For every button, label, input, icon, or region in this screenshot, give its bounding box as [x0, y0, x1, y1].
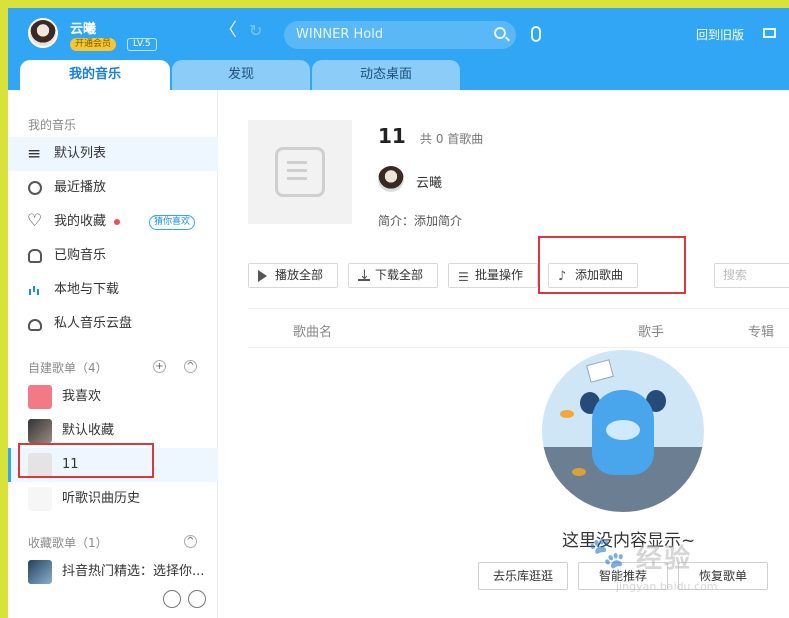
sidebar-item-label: 默认列表 [54, 146, 107, 161]
search-icon[interactable] [494, 27, 506, 39]
playlist-search-input[interactable]: 搜索 [714, 263, 789, 288]
paper-icon [586, 359, 614, 383]
sidebar-item-label: 已购音乐 [54, 248, 107, 263]
refresh-icon[interactable]: ↻ [249, 22, 262, 40]
user-avatar[interactable] [28, 18, 58, 48]
empty-state-text: 这里没内容显示~ [562, 531, 696, 551]
old-version-link[interactable]: 回到旧版 [696, 26, 744, 43]
sidebar: 我的音乐 默认列表 最近播放 我的收藏 猜你喜欢 已购音乐 本地与下载 私人音乐… [8, 90, 218, 618]
playlist-label: 听歌识曲历史 [62, 491, 141, 506]
level-badge: LV.5 [127, 38, 157, 51]
play-all-button[interactable]: 播放全部 [248, 263, 338, 288]
app-window: 云曦 开通会员 LV.5 〈 ↻ WINNER Hold 回到旧版 我的音乐 发… [8, 8, 789, 618]
download-all-label: 下载全部 [375, 268, 424, 282]
restore-playlist-button[interactable]: 恢复歌单 [678, 562, 768, 590]
playlist-title: 11 [378, 124, 406, 148]
microphone-icon[interactable] [531, 26, 541, 42]
playlist-label: 我喜欢 [62, 389, 102, 404]
add-song-label: 添加歌曲 [575, 268, 624, 282]
guess-you-like-tag[interactable]: 猜你喜欢 [149, 215, 196, 230]
sidebar-item-recent[interactable]: 最近播放 [8, 171, 218, 205]
playlist-cover-thumb [28, 560, 52, 584]
empty-state-illustration [542, 350, 704, 512]
playlist-item-douyin[interactable]: 抖音热门精选：选择你... [8, 555, 218, 589]
sidebar-item-favorites[interactable]: 我的收藏 猜你喜欢 [8, 204, 218, 239]
leaf-icon [560, 410, 574, 418]
tab-live-desktop[interactable]: 动态桌面 [312, 60, 460, 90]
owner-avatar[interactable] [378, 166, 404, 192]
my-music-section-title: 我的音乐 [28, 118, 77, 132]
play-icon [258, 270, 267, 282]
playlist-intro[interactable]: 简介：添加简介 [378, 212, 462, 229]
empty-cover-icon [28, 453, 52, 477]
playlist-label: 抖音热门精选：选择你... [62, 564, 205, 579]
batch-label: 批量操作 [475, 268, 524, 282]
heart-icon [28, 385, 52, 409]
column-song-name[interactable]: 歌曲名 [293, 321, 332, 340]
sidebar-item-label: 本地与下载 [54, 282, 120, 297]
sidebar-item-label: 最近播放 [54, 180, 107, 195]
cloud-icon [28, 319, 42, 331]
tab-my-music[interactable]: 我的音乐 [20, 60, 170, 90]
checklist-icon [458, 266, 470, 289]
top-bar: 云曦 开通会员 LV.5 〈 ↻ WINNER Hold 回到旧版 我的音乐 发… [8, 8, 789, 90]
collapse-icon[interactable]: ^ [184, 535, 197, 548]
search-input[interactable]: WINNER Hold [284, 21, 516, 49]
locate-icon[interactable] [163, 590, 181, 608]
song-table-header: 歌曲名 歌手 专辑 [248, 308, 789, 348]
main-panel: 11 共 0 首歌曲 云曦 简介：添加简介 播放全部 下载全部 批量操作 添加歌… [218, 90, 789, 618]
playlist-item-recognition-history[interactable]: 听歌识曲历史 [8, 482, 218, 516]
playlist-label: 默认收藏 [62, 423, 115, 438]
sidebar-item-label: 私人音乐云盘 [54, 316, 133, 331]
collapse-icon[interactable]: ^ [184, 360, 197, 373]
sidebar-item-purchased[interactable]: 已购音乐 [8, 239, 218, 273]
created-playlists-title: 自建歌单（4） [28, 361, 108, 375]
sidebar-item-cloud[interactable]: 私人音乐云盘 [8, 307, 218, 341]
playlist-cover[interactable] [248, 120, 352, 224]
collected-playlists-title: 收藏歌单（1） [28, 536, 108, 550]
playlist-label: 11 [62, 457, 79, 472]
selection-indicator [8, 448, 11, 482]
back-arrow-icon[interactable]: 〈 [219, 22, 237, 40]
download-icon [358, 264, 370, 287]
playlist-icon [27, 137, 42, 171]
mini-mode-icon[interactable] [763, 28, 776, 38]
playlist-item-default-fav[interactable]: 默认收藏 [8, 414, 218, 448]
heart-icon [27, 204, 42, 238]
search-value: WINNER Hold [296, 27, 384, 42]
play-all-label: 播放全部 [275, 268, 324, 282]
bars-icon [28, 283, 42, 297]
playlist-item-liked[interactable]: 我喜欢 [8, 380, 218, 414]
batch-operation-button[interactable]: 批量操作 [448, 263, 538, 289]
leaf-icon [572, 468, 586, 476]
notification-dot [114, 218, 121, 225]
add-song-button[interactable]: 添加歌曲 [548, 263, 638, 288]
playlist-item-11[interactable]: 11 [8, 448, 218, 482]
browse-library-button[interactable]: 去乐库逛逛 [478, 562, 568, 590]
column-album[interactable]: 专辑 [748, 321, 774, 340]
owner-name[interactable]: 云曦 [416, 172, 442, 191]
playlist-song-count: 共 0 首歌曲 [420, 132, 484, 146]
playlist-cover-thumb [28, 419, 52, 443]
dog-face-icon [606, 420, 640, 440]
search-list-icon[interactable] [188, 590, 206, 608]
history-icon [28, 487, 52, 511]
sidebar-item-local-download[interactable]: 本地与下载 [8, 273, 218, 307]
user-name[interactable]: 云曦 [70, 18, 96, 37]
column-artist[interactable]: 歌手 [638, 321, 664, 340]
add-playlist-icon[interactable]: + [153, 360, 166, 373]
clock-icon [28, 181, 42, 195]
sidebar-item-label: 我的收藏 [54, 214, 107, 229]
tab-discover[interactable]: 发现 [172, 60, 310, 90]
playlist-placeholder-icon [275, 147, 325, 197]
sidebar-item-default-list[interactable]: 默认列表 [8, 137, 218, 171]
vip-badge[interactable]: 开通会员 [70, 38, 117, 51]
music-note-plus-icon [558, 265, 570, 288]
smart-recommend-button[interactable]: 智能推荐 [578, 562, 668, 590]
bag-icon [28, 249, 42, 263]
download-all-button[interactable]: 下载全部 [348, 263, 438, 288]
